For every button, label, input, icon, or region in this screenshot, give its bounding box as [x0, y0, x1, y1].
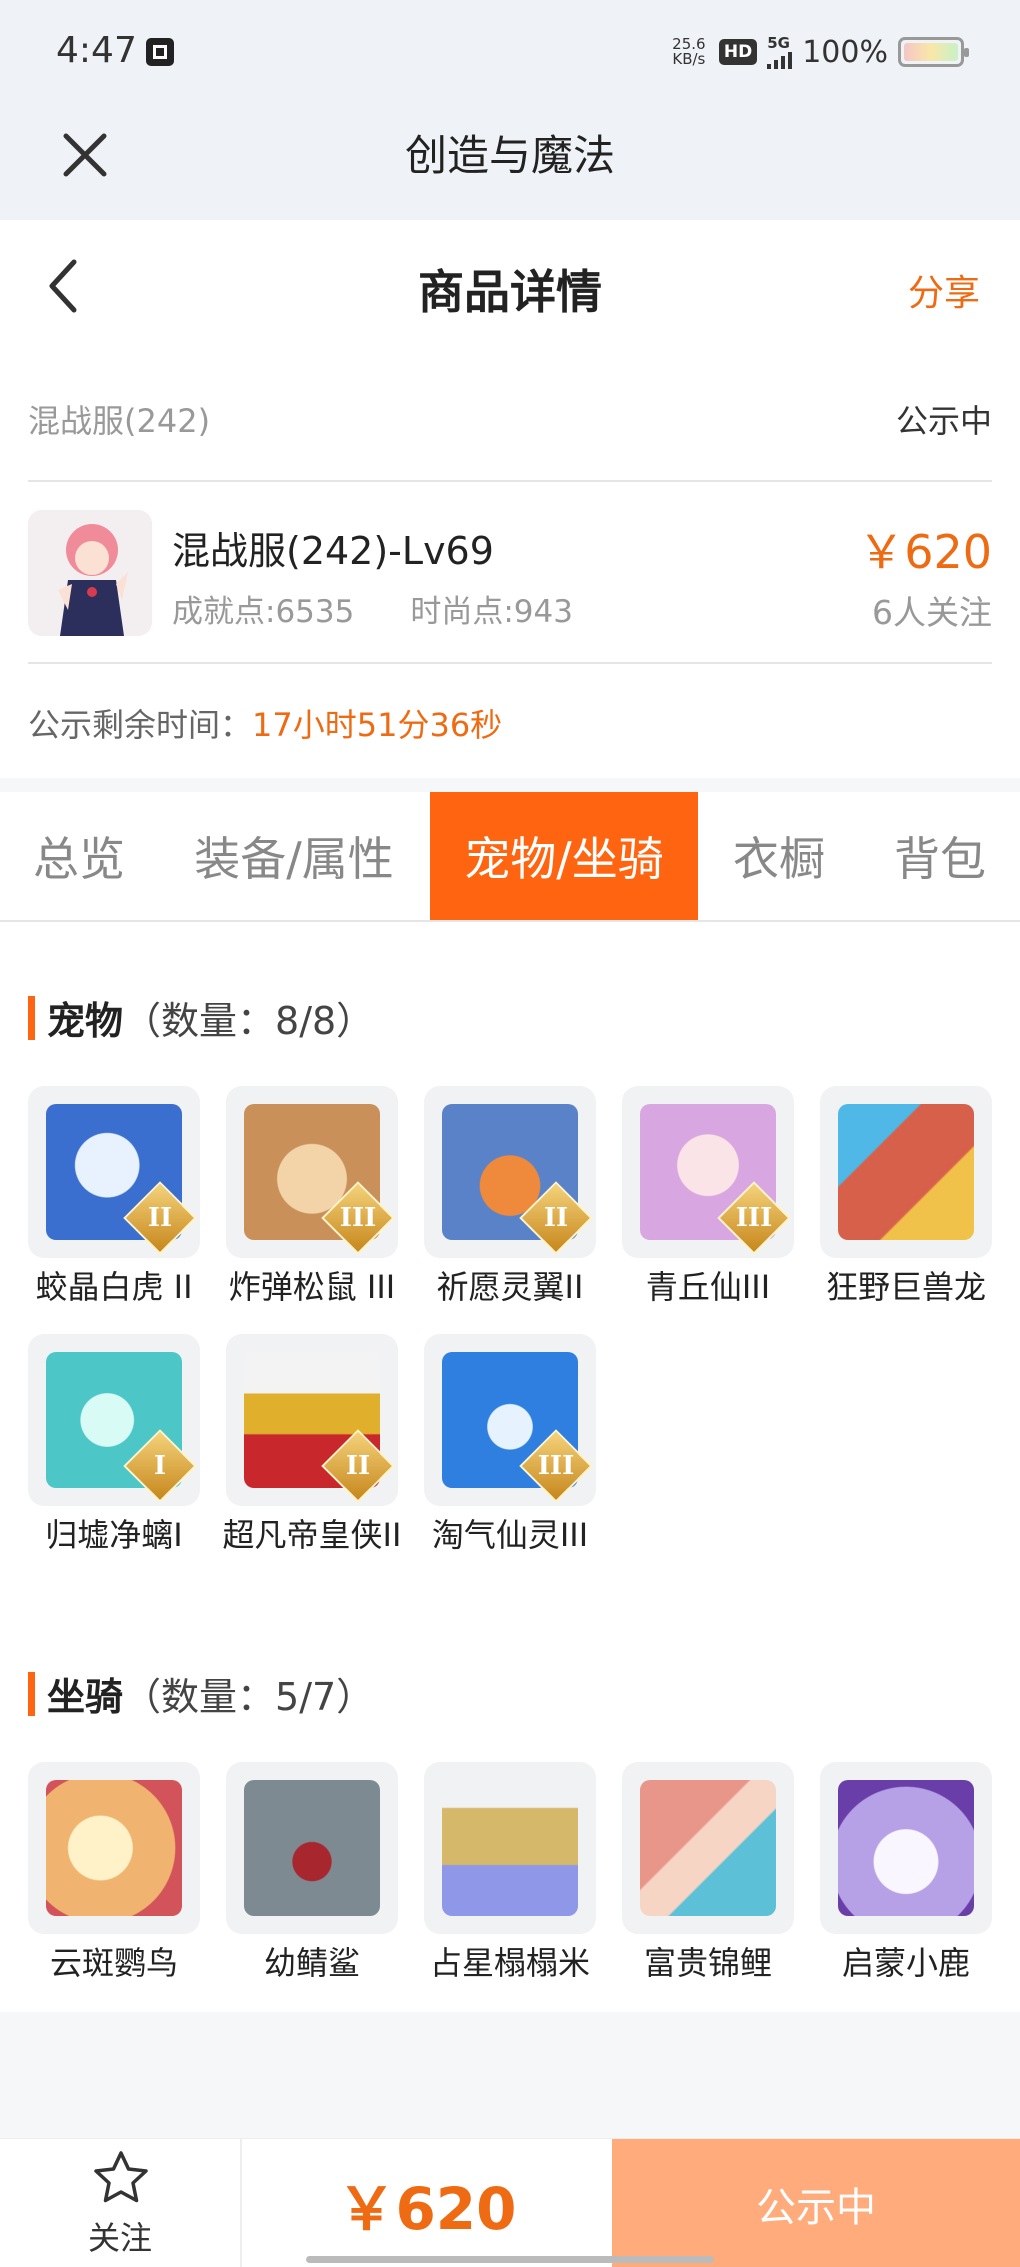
signal-icon: 5G — [767, 35, 793, 69]
follow-button[interactable]: 关注 — [0, 2139, 242, 2267]
page: 4:47 25.6 KB/s HD 5G 100% 创造与魔法 商品详情 分享 — [0, 0, 1020, 2267]
pet-item[interactable]: III 炸弹松鼠 III — [226, 1086, 398, 1310]
tab-pets-mounts[interactable]: 宠物/坐骑 — [430, 792, 698, 920]
pet-thumbnail: II — [28, 1086, 200, 1258]
tab-bar: 总览 装备/属性 宠物/坐骑 衣橱 背包 — [0, 792, 1020, 922]
page-title: 商品详情 — [418, 265, 602, 319]
battery-icon — [898, 37, 969, 67]
mount-thumbnail — [424, 1762, 596, 1934]
mount-item[interactable]: 启蒙小鹿 — [820, 1762, 992, 1986]
pet-thumbnail — [820, 1086, 992, 1258]
price: ￥620 — [858, 525, 992, 579]
mount-image — [838, 1780, 974, 1916]
pet-thumbnail: III — [622, 1086, 794, 1258]
mount-item[interactable]: 富贵锦鲤 — [622, 1762, 794, 1986]
app-title: 创造与魔法 — [404, 131, 615, 180]
pets-mounts-panel: 宠物 （数量：8/8） II 蛟晶白虎 II III 炸弹松鼠 III II 祈… — [0, 922, 1020, 2012]
mount-thumbnail — [226, 1762, 398, 1934]
home-indicator[interactable] — [306, 2256, 714, 2263]
tab-wardrobe[interactable]: 衣橱 — [698, 792, 860, 920]
pet-name: 蛟晶白虎 II — [35, 1268, 193, 1306]
mount-name: 富贵锦鲤 — [643, 1944, 772, 1982]
pet-thumbnail: III — [424, 1334, 596, 1506]
mount-thumbnail — [820, 1762, 992, 1934]
follower-count: 6人关注 — [872, 593, 992, 632]
battery-percent: 100% — [802, 34, 888, 70]
pet-thumbnail: II — [424, 1086, 596, 1258]
app-bar: 创造与魔法 — [0, 108, 1020, 220]
status-icons: 25.6 KB/s HD 5G 100% — [669, 30, 969, 74]
net-speed: 25.6 KB/s — [672, 35, 706, 68]
mount-name: 云斑鹦鸟 — [49, 1944, 178, 1982]
mount-image — [244, 1780, 380, 1916]
divider — [28, 480, 992, 482]
notification-icon — [146, 38, 174, 66]
follow-label: 关注 — [87, 2219, 152, 2257]
mount-item[interactable]: 占星榻榻米 — [424, 1762, 596, 1986]
divider — [28, 662, 992, 664]
pet-thumbnail: II — [226, 1334, 398, 1506]
pet-item[interactable]: III 淘气仙灵III — [424, 1334, 596, 1558]
mount-name: 占星榻榻米 — [429, 1944, 590, 1982]
listing-info: 混战服(242) 公示中 混战服(242)-Lv69 成就点:6535 时尚点:9… — [0, 350, 1020, 778]
pet-name: 炸弹松鼠 III — [228, 1268, 396, 1306]
mount-item[interactable]: 幼鲭鲨 — [226, 1762, 398, 1986]
mount-image — [46, 1780, 182, 1916]
section-accent — [28, 995, 35, 1040]
share-button[interactable]: 分享 — [908, 264, 980, 316]
tab-backpack[interactable]: 背包 — [860, 792, 1020, 920]
pet-name: 超凡帝皇侠II — [222, 1516, 402, 1554]
status-time: 4:47 — [56, 30, 137, 71]
mount-item[interactable]: 云斑鹦鸟 — [28, 1762, 200, 1986]
bottom-action-bar: 关注 ￥620 公示中 — [0, 2138, 1020, 2267]
pet-name: 归墟净螭I — [45, 1516, 183, 1554]
pet-name: 狂野巨兽龙 — [825, 1268, 986, 1306]
character-name: 混战服(242)-Lv69 — [172, 529, 494, 573]
pet-name: 青丘仙III — [645, 1268, 771, 1306]
bottom-price: ￥620 — [337, 2174, 517, 2243]
character-stats: 成就点:6535 时尚点:943 — [172, 586, 573, 631]
achievement-points: 成就点:6535 — [172, 594, 355, 630]
pet-item[interactable]: III 青丘仙III — [622, 1086, 794, 1310]
pet-image — [838, 1104, 974, 1240]
mount-image — [640, 1780, 776, 1916]
server-name: 混战服(242) — [28, 402, 211, 440]
remaining-time-value: 17小时51分36秒 — [252, 706, 503, 744]
mount-image — [442, 1780, 578, 1916]
pet-item[interactable]: II 蛟晶白虎 II — [28, 1086, 200, 1310]
status-bar: 4:47 25.6 KB/s HD 5G 100% — [0, 0, 1020, 108]
pet-thumbnail: III — [226, 1086, 398, 1258]
remaining-time: 公示剩余时间：17小时51分36秒 — [28, 706, 503, 744]
tab-equipment[interactable]: 装备/属性 — [158, 792, 430, 920]
pet-item[interactable]: 狂野巨兽龙 — [820, 1086, 992, 1310]
pets-section-title: 宠物 （数量：8/8） — [28, 990, 374, 1045]
mount-thumbnail — [28, 1762, 200, 1934]
pet-item[interactable]: I 归墟净螭I — [28, 1334, 200, 1558]
character-avatar — [28, 510, 152, 636]
pet-thumbnail: I — [28, 1334, 200, 1506]
status-label: 公示中 — [895, 402, 992, 440]
mount-thumbnail — [622, 1762, 794, 1934]
detail-header: 商品详情 分享 — [0, 220, 1020, 350]
hd-icon: HD — [718, 39, 758, 65]
section-accent — [28, 1671, 35, 1716]
star-icon — [94, 2151, 148, 2203]
mount-name: 启蒙小鹿 — [841, 1944, 970, 1982]
mount-name: 幼鲭鲨 — [263, 1944, 360, 1982]
public-status-button[interactable]: 公示中 — [612, 2139, 1020, 2267]
mounts-section-title: 坐骑 （数量：5/7） — [28, 1666, 374, 1721]
pet-item[interactable]: II 祈愿灵翼II — [424, 1086, 596, 1310]
pet-name: 淘气仙灵III — [431, 1516, 589, 1554]
tab-overview[interactable]: 总览 — [0, 792, 158, 920]
fashion-points: 时尚点:943 — [410, 594, 573, 630]
pet-item[interactable]: II 超凡帝皇侠II — [223, 1334, 401, 1558]
pet-name: 祈愿灵翼II — [436, 1268, 584, 1306]
